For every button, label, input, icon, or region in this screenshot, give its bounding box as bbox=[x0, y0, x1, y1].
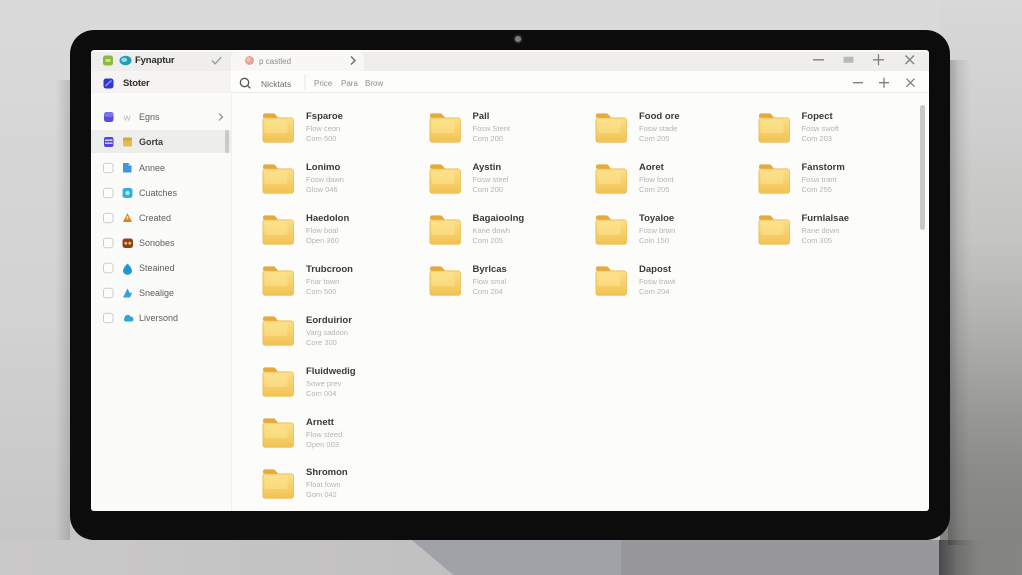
svg-text:W: W bbox=[124, 114, 132, 123]
